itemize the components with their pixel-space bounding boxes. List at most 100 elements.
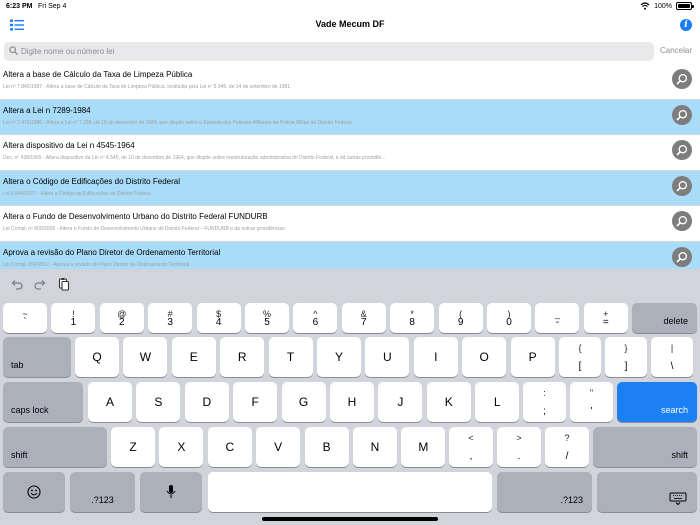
space-key[interactable] bbox=[208, 472, 492, 512]
list-item-subtitle: Lei nº 7.840/1997 - Altera a base de Cál… bbox=[3, 84, 292, 90]
key-row1-0[interactable]: ~ ` bbox=[3, 303, 47, 333]
key-row1-3[interactable]: #3 bbox=[148, 303, 193, 333]
key-t[interactable]: T bbox=[268, 337, 313, 377]
key-y[interactable]: Y bbox=[317, 337, 361, 377]
key-j[interactable]: J bbox=[378, 382, 423, 422]
key-row1-9[interactable]: (9 bbox=[438, 303, 483, 333]
search-input[interactable] bbox=[21, 44, 641, 59]
key-sym4-0[interactable]: <, bbox=[449, 427, 493, 467]
key-x[interactable]: X bbox=[159, 427, 204, 467]
list-item[interactable]: Altera o Fundo de Desenvolvimento Urbano… bbox=[0, 206, 700, 242]
key-label: shift bbox=[11, 450, 28, 460]
key-sym4-1[interactable]: >. bbox=[497, 427, 541, 467]
key-char: ` bbox=[23, 317, 27, 328]
key-label: delete bbox=[663, 316, 688, 326]
key-s[interactable]: S bbox=[136, 382, 181, 422]
key-row1-10[interactable]: ) 0 bbox=[487, 303, 531, 333]
key-v[interactable]: V bbox=[256, 427, 301, 467]
search-button[interactable] bbox=[672, 175, 692, 196]
key-c[interactable]: C bbox=[207, 427, 252, 467]
key-f[interactable]: F bbox=[233, 382, 278, 422]
keyboard: ~ `! 1 @2 #3 $4% 5 ^ 6 & 7 * 8(9) 0 _ - + = delete tab Q W E R T… bbox=[0, 269, 700, 525]
key-sym3-0[interactable]: :; bbox=[523, 382, 566, 422]
undo-icon[interactable] bbox=[10, 277, 24, 291]
hide-keyboard-key[interactable] bbox=[597, 472, 697, 512]
list-item[interactable]: Aprova a revisão do Plano Diretor de Ord… bbox=[0, 241, 700, 269]
key-row1-4[interactable]: $4 bbox=[196, 303, 241, 333]
list-item-title: Altera o Fundo de Desenvolvimento Urbano… bbox=[3, 212, 268, 221]
key-e[interactable]: E bbox=[171, 337, 216, 377]
key-char: ' bbox=[590, 406, 593, 417]
paste-icon[interactable] bbox=[57, 277, 71, 291]
key-o[interactable]: O bbox=[462, 337, 507, 377]
search-button[interactable] bbox=[672, 246, 692, 267]
list-item[interactable]: Altera dispositivo da Lei n 4545-1964 Dec… bbox=[0, 135, 700, 171]
numbers-key-left[interactable]: .?123 bbox=[70, 472, 135, 512]
key-char: F bbox=[251, 395, 259, 409]
key-char: ] bbox=[624, 361, 628, 372]
key-char: Z bbox=[129, 440, 137, 454]
key-sym-2[interactable]: | \ bbox=[651, 337, 693, 377]
delete-key[interactable]: delete bbox=[632, 303, 697, 333]
list-item[interactable]: Altera o Código de Edificações do Distri… bbox=[0, 170, 700, 206]
key-sym3-1[interactable]: " ' bbox=[570, 382, 613, 422]
key-row1-12[interactable]: + = bbox=[583, 303, 628, 333]
tab-key[interactable]: tab bbox=[3, 337, 71, 377]
search-button[interactable] bbox=[672, 104, 692, 125]
key-char: Y bbox=[334, 350, 343, 364]
search-button[interactable] bbox=[672, 140, 692, 160]
key-char: E bbox=[189, 350, 198, 364]
numbers-key-right[interactable]: .?123 bbox=[497, 472, 592, 512]
magnifier-icon bbox=[676, 109, 688, 121]
key-char: J bbox=[397, 395, 404, 409]
key-char: W bbox=[139, 350, 152, 364]
key-row1-7[interactable]: & 7 bbox=[341, 303, 386, 333]
key-row1-5[interactable]: % 5 bbox=[245, 303, 289, 333]
list-item[interactable]: Altera a Lei n 7289-1984 Lei nº 7.475/198… bbox=[0, 99, 700, 135]
key-k[interactable]: K bbox=[426, 382, 471, 422]
key-a[interactable]: A bbox=[88, 382, 132, 422]
key-i[interactable]: I bbox=[413, 337, 458, 377]
info-icon[interactable]: i bbox=[680, 19, 692, 31]
cancel-button[interactable]: Cancelar bbox=[660, 46, 692, 55]
key-row1-1[interactable]: ! 1 bbox=[51, 303, 96, 333]
key-h[interactable]: H bbox=[330, 382, 374, 422]
key-w[interactable]: W bbox=[123, 337, 168, 377]
shift-left-key[interactable]: shift bbox=[3, 427, 107, 467]
key-sym4-2[interactable]: ? / bbox=[545, 427, 589, 467]
key-row1-6[interactable]: ^ 6 bbox=[293, 303, 338, 333]
key-b[interactable]: B bbox=[304, 427, 349, 467]
key-z[interactable]: Z bbox=[111, 427, 155, 467]
key-l[interactable]: L bbox=[475, 382, 520, 422]
redo-icon[interactable] bbox=[33, 277, 47, 291]
search-button[interactable] bbox=[672, 211, 692, 231]
law-list: Altera a base de Cálculo da Taxa de Limp… bbox=[0, 64, 700, 269]
key-char: Q bbox=[92, 350, 102, 364]
home-indicator bbox=[262, 517, 438, 521]
key-q[interactable]: Q bbox=[75, 337, 119, 377]
dictation-key[interactable] bbox=[140, 472, 202, 512]
caps-lock-key[interactable]: caps lock bbox=[3, 382, 83, 422]
key-d[interactable]: D bbox=[184, 382, 229, 422]
magnifier-icon bbox=[676, 215, 688, 227]
key-m[interactable]: M bbox=[401, 427, 446, 467]
key-sym-0[interactable]: {[ bbox=[559, 337, 601, 377]
search-button[interactable] bbox=[672, 69, 692, 89]
shift-right-key[interactable]: shift bbox=[593, 427, 697, 467]
key-sym-1[interactable]: }] bbox=[605, 337, 647, 377]
key-r[interactable]: R bbox=[220, 337, 265, 377]
key-u[interactable]: U bbox=[365, 337, 410, 377]
list-item[interactable]: Altera a base de Cálculo da Taxa de Limp… bbox=[0, 64, 700, 100]
key-p[interactable]: P bbox=[510, 337, 555, 377]
key-char: A bbox=[105, 395, 114, 409]
key-row1-11[interactable]: _ - bbox=[535, 303, 580, 333]
emoji-key[interactable] bbox=[3, 472, 65, 512]
key-row1-8[interactable]: * 8 bbox=[390, 303, 435, 333]
key-char: I bbox=[434, 350, 438, 364]
key-row1-2[interactable]: @2 bbox=[99, 303, 144, 333]
key-n[interactable]: N bbox=[353, 427, 397, 467]
key-g[interactable]: G bbox=[281, 382, 326, 422]
key-char: H bbox=[347, 395, 357, 409]
search-key[interactable]: search bbox=[617, 382, 697, 422]
key-char: T bbox=[286, 350, 295, 364]
